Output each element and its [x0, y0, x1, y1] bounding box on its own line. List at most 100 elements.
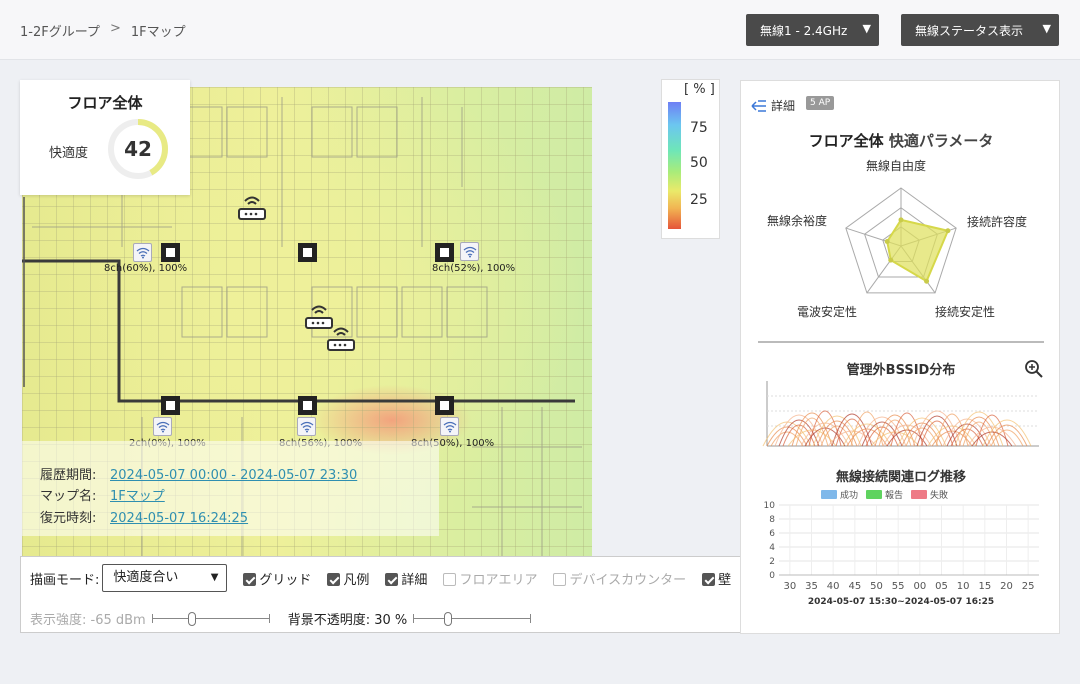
- panel-title-main: フロア全体: [808, 132, 884, 150]
- info-restore-key: 復元時刻:: [40, 511, 97, 526]
- log-title: 無線接続関連ログ推移: [835, 470, 966, 485]
- mode-select-value: 快適度合い: [113, 570, 179, 585]
- checkbox-unchecked-icon: [553, 572, 567, 586]
- log-legend-failure: 失敗: [911, 488, 948, 501]
- collapse-list-icon: [751, 99, 766, 112]
- legend-unit: [ % ]: [684, 82, 715, 97]
- log-xtick: 30: [783, 581, 796, 592]
- log-legend-report: 報告: [866, 488, 903, 501]
- legend-checkbox[interactable]: 凡例: [327, 569, 369, 588]
- log-xtick: 05: [935, 581, 948, 592]
- slider-thumb[interactable]: [187, 611, 196, 626]
- map-controls: 描画モード: 快適度合い ▼ グリッド 凡例 詳細 フロアエリア デバイスカウン…: [20, 556, 744, 633]
- log-xtick: 20: [1000, 581, 1013, 592]
- wall-checkbox[interactable]: 壁: [702, 569, 731, 588]
- log-xtick: 10: [957, 581, 970, 592]
- breadcrumb-group[interactable]: 1-2Fグループ: [20, 21, 100, 40]
- breadcrumb-map: 1Fマップ: [130, 25, 186, 40]
- chevron-down-icon: ▼: [1042, 22, 1051, 35]
- log-xtick: 40: [827, 581, 840, 592]
- log-ytick: 10: [764, 501, 776, 511]
- log-xtick: 15: [978, 581, 991, 592]
- log-xtick: 45: [848, 581, 861, 592]
- log-legend-success: 成功: [821, 488, 858, 501]
- panel-title: フロア全体 快適パラメータ: [741, 130, 1061, 151]
- wifi-ap-icon[interactable]: [440, 417, 459, 436]
- wifi-ap-icon[interactable]: [153, 417, 172, 436]
- detail-label: 詳細: [401, 572, 428, 588]
- checkbox-checked-icon: [243, 572, 257, 586]
- opacity-label: 背景不透明度: 30 %: [287, 613, 408, 628]
- log-legend: 成功 報告 失敗: [821, 488, 948, 501]
- detail-checkbox[interactable]: 詳細: [385, 569, 427, 588]
- router-icon[interactable]: [325, 324, 357, 354]
- radar-label-acceptance: 接続許容度: [967, 215, 1028, 229]
- log-ytick: 6: [769, 529, 775, 539]
- radar-point: [898, 217, 904, 223]
- top-bar: 1-2Fグループ > 1Fマップ 無線1 - 2.4GHz ▼ 無線ステータス表…: [0, 0, 1080, 60]
- info-period-key: 履歴期間:: [40, 468, 97, 483]
- detail-label: 詳細: [771, 99, 796, 113]
- ap-marker[interactable]: [298, 243, 317, 262]
- log-ytick: 4: [769, 543, 775, 553]
- radar-label-signal-stability: 電波安定性: [797, 305, 858, 319]
- log-ytick: 2: [769, 557, 775, 567]
- ap-marker[interactable]: [298, 396, 317, 415]
- grid-checkbox[interactable]: グリッド: [243, 569, 311, 588]
- router-icon[interactable]: [236, 193, 268, 223]
- history-info: 履歴期間: 2024-05-07 00:00 - 2024-05-07 23:30…: [22, 441, 439, 536]
- radar-point: [924, 278, 930, 284]
- radar-area: [886, 218, 950, 283]
- radar-label-connection-stability: 接続安定性: [935, 305, 996, 319]
- legend-gradient: [668, 102, 681, 229]
- chevron-down-icon: ▼: [862, 22, 871, 35]
- ap-marker[interactable]: [161, 243, 180, 262]
- opacity-slider[interactable]: [413, 611, 532, 626]
- ap-label: 8ch(52%), 100%: [432, 263, 516, 274]
- score-value: 42: [124, 137, 152, 161]
- grid-label: グリッド: [259, 572, 312, 588]
- wifi-ap-icon[interactable]: [460, 242, 479, 261]
- bssid-distribution-chart: [762, 381, 1039, 447]
- ap-marker[interactable]: [435, 396, 454, 415]
- view-mode-dropdown-label: 無線ステータス表示: [915, 23, 1024, 38]
- comfort-radar-chart: [845, 187, 957, 294]
- device-counter-label: デバイスカウンター: [569, 572, 687, 588]
- radar-label-freedom: 無線自由度: [866, 159, 927, 173]
- connection-log-chart: 108642030 35 40 45 50 55 00 05 10 15 20 25: [764, 501, 1039, 592]
- detail-toggle[interactable]: 詳細: [751, 97, 795, 114]
- info-restore-link[interactable]: 2024-05-07 16:24:25: [110, 511, 248, 526]
- log-ytick: 8: [769, 515, 775, 525]
- ap-label: 8ch(60%), 100%: [104, 263, 188, 274]
- wall-label: 壁: [718, 572, 732, 588]
- slider-thumb[interactable]: [444, 611, 453, 626]
- wifi-ap-icon[interactable]: [133, 243, 152, 262]
- strength-slider[interactable]: [151, 611, 270, 626]
- chevron-down-icon: ▼: [210, 572, 219, 583]
- log-xtick: 25: [1022, 581, 1035, 592]
- wifi-ap-icon[interactable]: [297, 417, 316, 436]
- band-dropdown-label: 無線1 - 2.4GHz: [760, 23, 848, 38]
- view-mode-dropdown[interactable]: 無線ステータス表示 ▼: [901, 14, 1059, 46]
- log-xtick: 35: [805, 581, 818, 592]
- info-map-link[interactable]: 1Fマップ: [110, 489, 165, 504]
- color-legend: [ % ] 75 50 25: [661, 79, 720, 239]
- ap-marker[interactable]: [435, 243, 454, 262]
- info-restore: 復元時刻: 2024-05-07 16:24:25: [40, 507, 248, 526]
- panel-title-sub: 快適パラメータ: [888, 132, 994, 150]
- breadcrumb-separator: >: [109, 21, 121, 36]
- ap-marker[interactable]: [161, 396, 180, 415]
- ap-count-badge: 5 AP: [806, 96, 835, 110]
- controls-row-2: 表示強度: -65 dBm 背景不透明度: 30 %: [30, 609, 532, 628]
- breadcrumb: 1-2Fグループ > 1Fマップ: [20, 21, 186, 40]
- info-period-link[interactable]: 2024-05-07 00:00 - 2024-05-07 23:30: [110, 468, 357, 483]
- info-period: 履歴期間: 2024-05-07 00:00 - 2024-05-07 23:30: [40, 464, 357, 483]
- info-map-key: マップ名:: [40, 489, 97, 504]
- device-counter-checkbox: デバイスカウンター: [553, 569, 686, 588]
- score-label: 快適度: [49, 146, 89, 161]
- log-xtick: 50: [870, 581, 883, 592]
- radar-point: [945, 228, 951, 234]
- band-dropdown[interactable]: 無線1 - 2.4GHz ▼: [746, 14, 879, 46]
- mode-select[interactable]: 快適度合い ▼: [102, 564, 228, 592]
- detail-panel: 詳細 5 AP フロア全体 快適パラメータ 無線自由度 接続許容度 接続安定性 …: [740, 80, 1060, 634]
